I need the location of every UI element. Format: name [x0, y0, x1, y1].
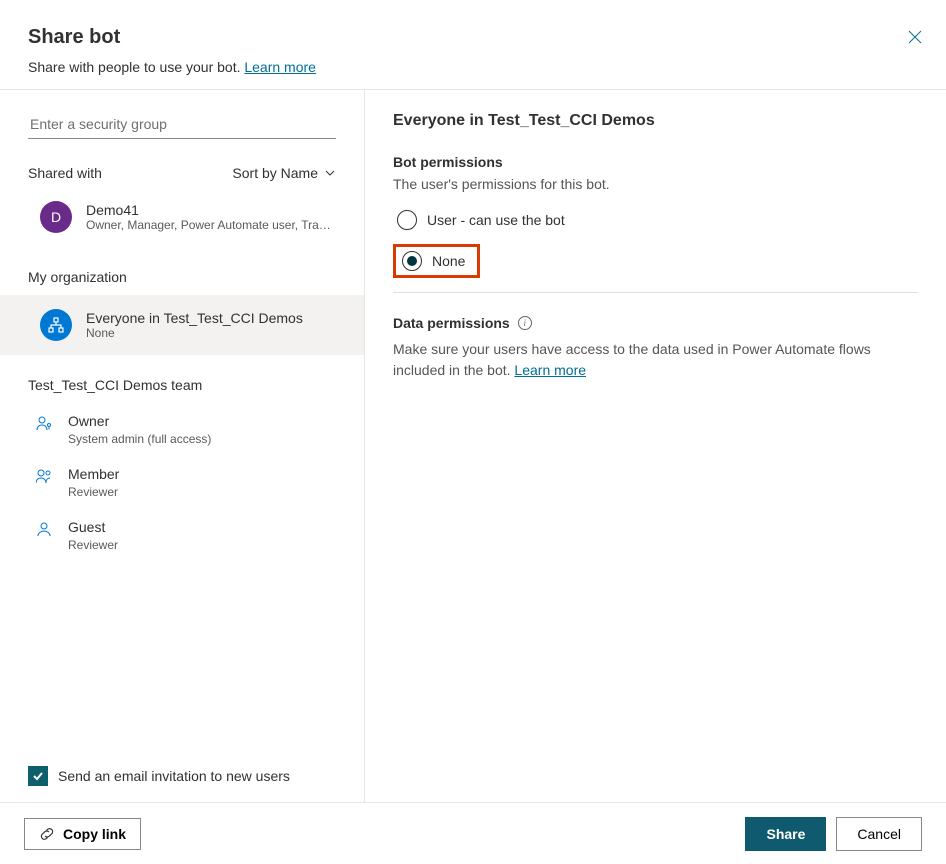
- share-bot-panel: Share bot Share with people to use your …: [0, 0, 946, 864]
- user-name: Demo41: [86, 202, 336, 218]
- bot-permissions-heading: Bot permissions: [393, 154, 918, 170]
- org-item-name: Everyone in Test_Test_CCI Demos: [86, 310, 303, 326]
- right-column: Everyone in Test_Test_CCI Demos Bot perm…: [365, 90, 946, 802]
- team-item-member[interactable]: Member Reviewer: [0, 456, 364, 509]
- close-button[interactable]: [908, 30, 922, 44]
- team-section-label: Test_Test_CCI Demos team: [0, 355, 364, 403]
- guest-icon: [34, 519, 54, 537]
- person-icon: [36, 521, 52, 537]
- team-item-owner[interactable]: Owner System admin (full access): [0, 403, 364, 456]
- data-learn-more-link[interactable]: Learn more: [514, 362, 586, 378]
- member-icon: [34, 466, 54, 484]
- radio-label: None: [432, 253, 465, 269]
- left-column: Shared with Sort by Name D Demo41 Owner,…: [0, 90, 365, 802]
- panel-header: Share bot Share with people to use your …: [0, 0, 946, 89]
- chevron-down-icon: [324, 167, 336, 179]
- org-chart-icon: [48, 317, 64, 333]
- search-row: [0, 90, 364, 139]
- info-icon[interactable]: i: [518, 316, 532, 330]
- radio-icon: [397, 210, 417, 230]
- security-group-input[interactable]: [28, 110, 336, 139]
- avatar: D: [40, 201, 72, 233]
- radio-user[interactable]: User - can use the bot: [393, 208, 918, 232]
- left-scroll-area[interactable]: Shared with Sort by Name D Demo41 Owner,…: [0, 90, 364, 750]
- radio-none-highlight: None: [393, 244, 480, 278]
- team-item-label: Member: [68, 466, 119, 482]
- shared-user-row[interactable]: D Demo41 Owner, Manager, Power Automate …: [0, 193, 364, 247]
- shared-with-header: Shared with Sort by Name: [0, 139, 364, 193]
- shared-with-label: Shared with: [28, 165, 102, 181]
- person-key-icon: [36, 415, 52, 431]
- left-footer: Send an email invitation to new users: [0, 750, 364, 802]
- org-icon: [40, 309, 72, 341]
- bot-permissions-desc: The user's permissions for this bot.: [393, 176, 918, 192]
- footer-actions: Share Cancel: [745, 817, 922, 851]
- data-permissions-heading-row: Data permissions i: [393, 315, 918, 331]
- team-item-sub: Reviewer: [68, 485, 119, 499]
- team-item-sub: Reviewer: [68, 538, 118, 552]
- org-item-everyone[interactable]: Everyone in Test_Test_CCI Demos None: [0, 295, 364, 355]
- team-item-label: Guest: [68, 519, 118, 535]
- checkbox-label: Send an email invitation to new users: [58, 768, 290, 784]
- team-item-sub: System admin (full access): [68, 432, 211, 446]
- owner-icon: [34, 413, 54, 431]
- close-icon: [908, 30, 922, 44]
- team-item-guest[interactable]: Guest Reviewer: [0, 509, 364, 562]
- learn-more-link[interactable]: Learn more: [244, 59, 316, 75]
- panel-title: Share bot: [28, 26, 918, 49]
- team-item-label: Owner: [68, 413, 211, 429]
- sort-dropdown[interactable]: Sort by Name: [232, 165, 336, 181]
- checkbox-checked-icon: [28, 766, 48, 786]
- cancel-button[interactable]: Cancel: [836, 817, 922, 851]
- panel-footer: Copy link Share Cancel: [0, 802, 946, 864]
- org-section-label: My organization: [0, 247, 364, 295]
- divider: [393, 292, 918, 293]
- copy-link-button[interactable]: Copy link: [24, 818, 141, 850]
- link-icon: [39, 826, 55, 842]
- data-permissions-desc: Make sure your users have access to the …: [393, 339, 918, 381]
- email-invitation-checkbox[interactable]: Send an email invitation to new users: [28, 766, 336, 786]
- user-role: Owner, Manager, Power Automate user, Tra…: [86, 218, 336, 232]
- detail-title: Everyone in Test_Test_CCI Demos: [393, 112, 918, 130]
- data-permissions-heading: Data permissions: [393, 315, 510, 331]
- org-item-sub: None: [86, 326, 303, 340]
- radio-none[interactable]: None: [402, 251, 465, 271]
- share-button[interactable]: Share: [745, 817, 826, 851]
- radio-label: User - can use the bot: [427, 212, 565, 228]
- radio-checked-icon: [402, 251, 422, 271]
- panel-subtitle: Share with people to use your bot. Learn…: [28, 59, 918, 75]
- panel-body: Shared with Sort by Name D Demo41 Owner,…: [0, 89, 946, 802]
- people-icon: [36, 468, 52, 484]
